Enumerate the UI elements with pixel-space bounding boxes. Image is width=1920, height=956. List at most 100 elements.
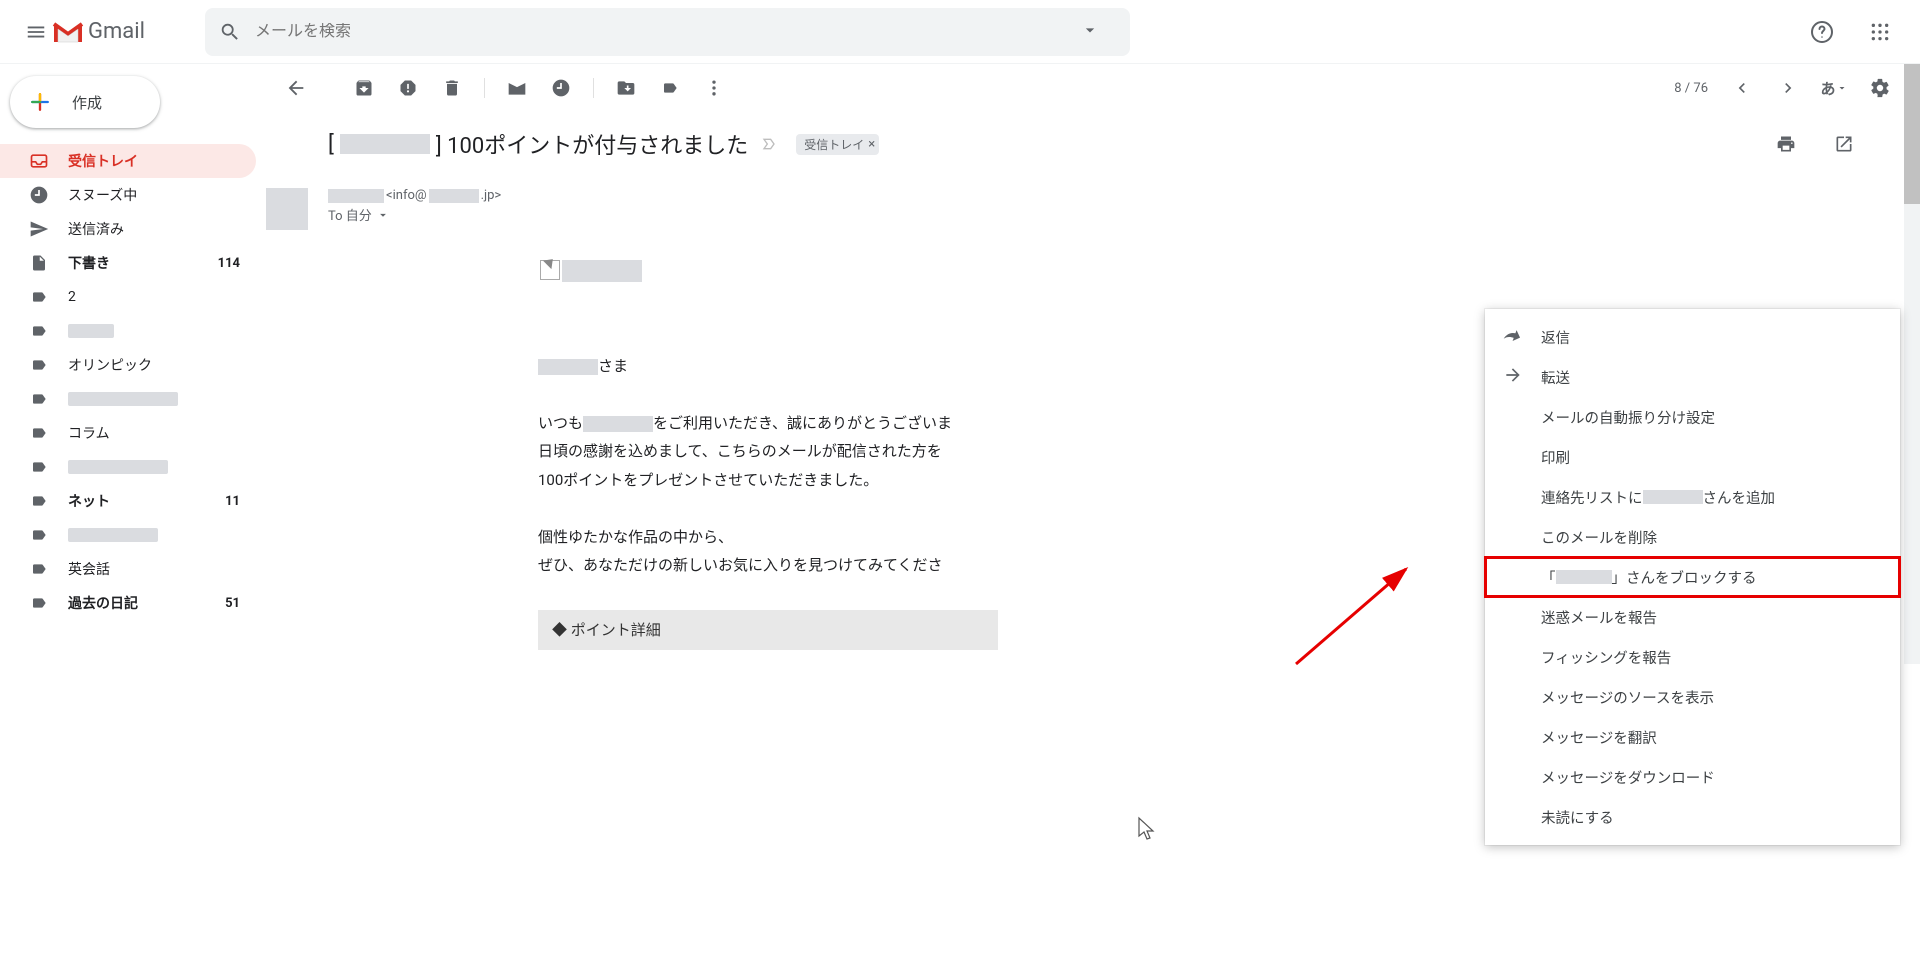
inbox-icon (28, 150, 50, 172)
compose-button[interactable]: 作成 (10, 76, 160, 128)
mark-unread-button[interactable] (497, 68, 537, 108)
inbox-label-chip[interactable]: 受信トレイ× (796, 134, 879, 155)
redacted-label (68, 528, 158, 542)
sidebar-item-label: 下書き (68, 253, 110, 273)
send-icon (28, 218, 50, 240)
back-arrow-icon (285, 77, 307, 99)
move-to-button[interactable] (606, 68, 646, 108)
sidebar-item-label: コラム (68, 423, 110, 443)
ctx-print[interactable]: 印刷 (1485, 437, 1900, 477)
more-button[interactable] (694, 68, 734, 108)
ctx-block-sender[interactable]: 「」さんをブロックする (1485, 557, 1900, 597)
clock-icon (28, 184, 50, 206)
reply-icon (1503, 325, 1523, 349)
label-icon (28, 490, 50, 512)
clock-icon (551, 78, 571, 98)
main-pane: 8 / 76 あ [] 100ポイントが付与されました 受信トレイ× (256, 64, 1920, 956)
sidebar-item-english[interactable]: 英会話 (0, 552, 256, 586)
sidebar-item-label: 過去の日記 (68, 593, 138, 613)
gmail-m-icon (52, 20, 84, 44)
ctx-forward[interactable]: 転送 (1485, 357, 1900, 397)
snooze-button[interactable] (541, 68, 581, 108)
sidebar-item-count: 51 (225, 596, 240, 611)
sidebar-item-net[interactable]: ネット 11 (0, 484, 256, 518)
sidebar-item-drafts[interactable]: 下書き 114 (0, 246, 256, 280)
sidebar-item-redacted-3[interactable] (0, 450, 256, 484)
search-bar[interactable] (205, 8, 1130, 56)
delete-button[interactable] (432, 68, 472, 108)
sidebar-item-olympics[interactable]: オリンピック (0, 348, 256, 382)
help-button[interactable] (1802, 12, 1842, 52)
caret-down-icon (1836, 82, 1848, 94)
spam-icon (398, 78, 418, 98)
ctx-report-spam[interactable]: 迷惑メールを報告 (1485, 597, 1900, 637)
label-icon (28, 286, 50, 308)
input-method-button[interactable]: あ (1814, 68, 1854, 108)
lang-label: あ (1820, 78, 1835, 99)
ctx-translate[interactable]: メッセージを翻訳 (1485, 717, 1900, 757)
ctx-filter[interactable]: メールの自動振り分け設定 (1485, 397, 1900, 437)
sidebar-item-past-diary[interactable]: 過去の日記 51 (0, 586, 256, 620)
caret-down-icon (376, 208, 390, 222)
sender-name-address: <info@.jp> (328, 188, 501, 203)
redacted-label (68, 460, 168, 474)
sidebar-item-count: 114 (218, 256, 240, 271)
ctx-add-contact[interactable]: 連絡先リストにさんを追加 (1485, 477, 1900, 517)
settings-button[interactable] (1860, 68, 1900, 108)
ctx-delete[interactable]: このメールを削除 (1485, 517, 1900, 557)
message-toolbar: 8 / 76 あ (256, 64, 1904, 112)
point-detail-header: ◆ ポイント詳細 (538, 610, 998, 651)
sidebar-item-label-2[interactable]: 2 (0, 280, 256, 314)
sidebar-item-label: 受信トレイ (68, 151, 138, 171)
compose-label: 作成 (72, 92, 102, 113)
prev-button[interactable] (1722, 68, 1762, 108)
recipient-line[interactable]: To 自分 (328, 205, 501, 224)
apps-grid-icon (1870, 22, 1890, 42)
ctx-reply[interactable]: 返信 (1485, 317, 1900, 357)
sender-avatar[interactable] (266, 188, 308, 230)
print-message-button[interactable] (1766, 124, 1806, 164)
annotation-arrow (1276, 554, 1426, 674)
scrollbar-thumb[interactable] (1904, 64, 1920, 204)
back-button[interactable] (276, 68, 316, 108)
broken-image-placeholder (562, 260, 642, 282)
open-new-window-button[interactable] (1824, 124, 1864, 164)
gmail-logo[interactable]: Gmail (52, 19, 145, 44)
apps-button[interactable] (1860, 12, 1900, 52)
sidebar-item-label: スヌーズ中 (68, 185, 137, 205)
search-input[interactable] (255, 23, 1074, 41)
plus-icon (26, 88, 54, 116)
label-icon (28, 320, 50, 342)
message-subject: [] 100ポイントが付与されました (328, 128, 748, 160)
sidebar-item-label: 2 (68, 289, 76, 305)
label-icon (28, 388, 50, 410)
label-icon (28, 422, 50, 444)
cursor-pointer-icon (1136, 816, 1156, 842)
sidebar-item-snoozed[interactable]: スヌーズ中 (0, 178, 256, 212)
redacted-label (68, 392, 178, 406)
print-icon (1776, 134, 1796, 154)
category-indicator[interactable] (760, 136, 784, 152)
sidebar-item-inbox[interactable]: 受信トレイ (0, 144, 256, 178)
sender-row: <info@.jp> To 自分 (328, 188, 1864, 230)
labels-button[interactable] (650, 68, 690, 108)
next-button[interactable] (1768, 68, 1808, 108)
ctx-mark-unread[interactable]: 未読にする (1485, 797, 1900, 837)
ctx-show-original[interactable]: メッセージのソースを表示 (1485, 677, 1900, 717)
sidebar-item-redacted-2[interactable] (0, 382, 256, 416)
draft-icon (28, 252, 50, 274)
search-options-button[interactable] (1074, 20, 1114, 44)
redacted-label (68, 324, 114, 338)
main-menu-button[interactable] (16, 12, 56, 52)
ctx-report-phishing[interactable]: フィッシングを報告 (1485, 637, 1900, 677)
remove-label-x[interactable]: × (868, 137, 875, 152)
sidebar-item-redacted-1[interactable] (0, 314, 256, 348)
sidebar-item-sent[interactable]: 送信済み (0, 212, 256, 246)
label-icon (28, 354, 50, 376)
ctx-download[interactable]: メッセージをダウンロード (1485, 757, 1900, 797)
spam-button[interactable] (388, 68, 428, 108)
caret-down-icon (1080, 20, 1100, 40)
sidebar-item-redacted-4[interactable] (0, 518, 256, 552)
sidebar-item-column[interactable]: コラム (0, 416, 256, 450)
archive-button[interactable] (344, 68, 384, 108)
